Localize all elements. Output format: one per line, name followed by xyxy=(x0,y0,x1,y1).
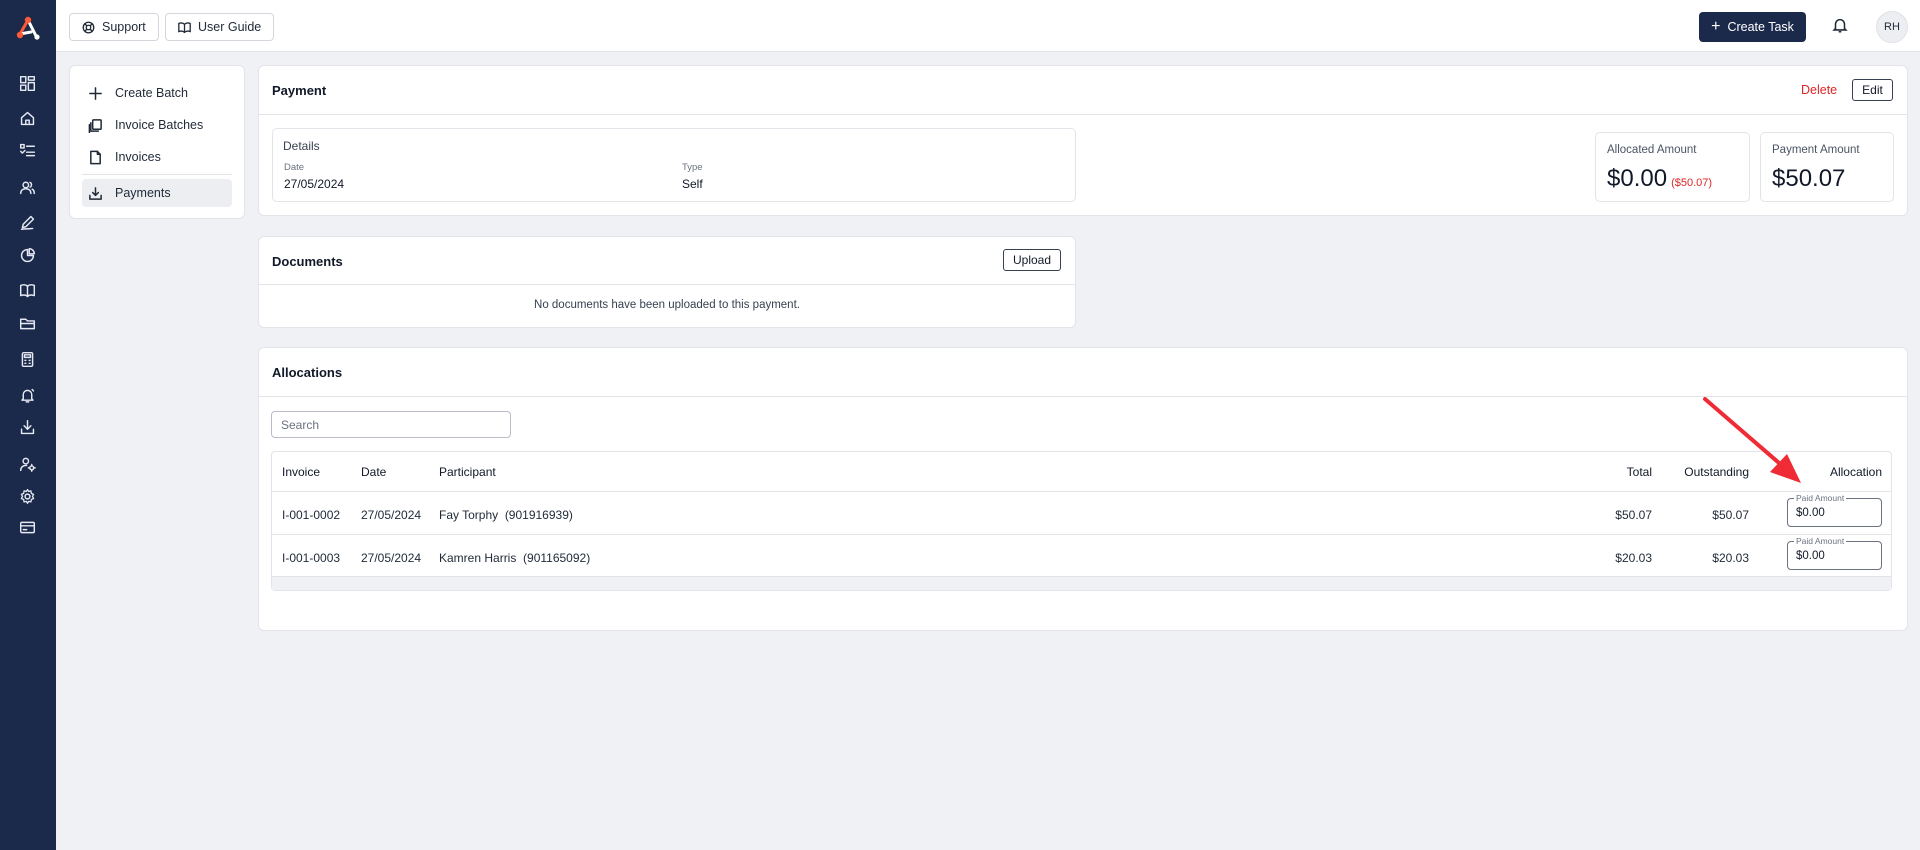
copy-icon xyxy=(88,118,102,133)
search-input[interactable] xyxy=(271,411,511,438)
gear-icon[interactable] xyxy=(17,486,37,506)
bell-alert-icon[interactable] xyxy=(17,385,37,405)
app-logo[interactable] xyxy=(12,14,44,42)
payment-amount-box: Payment Amount $50.07 xyxy=(1760,132,1894,202)
payment-amount-value: $50.07 xyxy=(1772,165,1846,192)
file-icon xyxy=(90,150,101,164)
folder-icon[interactable] xyxy=(17,313,37,333)
annotation-arrow-icon xyxy=(1703,397,1801,483)
subnav-item-label: Create Batch xyxy=(115,86,188,100)
allocated-amount-box: Allocated Amount $0.00 ($50.07) xyxy=(1595,132,1750,202)
create-task-button[interactable]: + Create Task xyxy=(1699,12,1806,42)
edit-button[interactable]: Edit xyxy=(1852,79,1893,101)
documents-empty-message: No documents have been uploaded to this … xyxy=(534,299,800,311)
allocated-outstanding: ($50.07) xyxy=(1671,177,1713,189)
divider xyxy=(259,396,1907,397)
paid-amount-field[interactable]: Paid Amount xyxy=(1787,536,1882,570)
column-header-invoice[interactable]: Invoice xyxy=(282,465,320,479)
pen-icon[interactable] xyxy=(17,212,37,232)
invoice-cell[interactable]: I-001-0002 xyxy=(282,508,340,522)
support-label: Support xyxy=(102,20,146,34)
paid-amount-input[interactable] xyxy=(1796,550,1876,562)
allocations-table: Invoice Date Participant Total Outstandi… xyxy=(271,451,1892,591)
avatar[interactable]: RH xyxy=(1876,11,1908,43)
app-rail xyxy=(0,0,56,850)
outstanding-cell: $20.03 xyxy=(1712,551,1749,565)
details-title: Details xyxy=(283,139,320,153)
book-open-icon xyxy=(178,21,191,33)
payment-amount-label: Payment Amount xyxy=(1772,144,1860,156)
pie-chart-icon[interactable] xyxy=(17,245,37,265)
calculator-icon[interactable] xyxy=(17,349,37,369)
paid-amount-label: Paid Amount xyxy=(1794,536,1847,546)
participant-id: (901165092) xyxy=(523,551,591,565)
divider xyxy=(259,114,1907,115)
participant-cell[interactable]: Fay Torphy (901916939) xyxy=(439,508,573,522)
download-icon xyxy=(89,186,102,200)
book-icon[interactable] xyxy=(17,280,37,300)
subnav-item-invoices[interactable]: Invoices xyxy=(82,143,232,171)
download-icon[interactable] xyxy=(17,417,37,437)
payment-title: Payment xyxy=(272,83,327,98)
user-guide-button[interactable]: User Guide xyxy=(165,13,275,41)
divider xyxy=(272,534,1891,535)
plus-icon: + xyxy=(1711,18,1721,35)
allocated-amount-value: $0.00 ($50.07) xyxy=(1607,165,1712,193)
subnav-item-label: Invoice Batches xyxy=(115,118,204,132)
user-settings-icon[interactable] xyxy=(17,454,37,474)
participant-id: (901916939) xyxy=(504,508,573,522)
divider xyxy=(259,284,1075,285)
date-value: 27/05/2024 xyxy=(284,177,345,191)
allocated-amount-label: Allocated Amount xyxy=(1607,144,1697,156)
divider xyxy=(272,491,1891,492)
paid-amount-label: Paid Amount xyxy=(1794,493,1847,503)
column-header-date[interactable]: Date xyxy=(361,465,386,479)
details-box: Details Date 27/05/2024 Type Self xyxy=(272,128,1076,202)
dashboard-icon[interactable] xyxy=(17,73,37,93)
outstanding-cell: $50.07 xyxy=(1712,508,1749,522)
paid-amount-field[interactable]: Paid Amount xyxy=(1787,493,1882,527)
users-icon[interactable] xyxy=(17,177,37,197)
type-label: Type xyxy=(682,162,703,173)
column-header-participant[interactable]: Participant xyxy=(439,465,496,479)
paid-amount-input[interactable] xyxy=(1796,507,1876,519)
upload-button[interactable]: Upload xyxy=(1003,249,1061,271)
invoice-cell[interactable]: I-001-0003 xyxy=(282,551,340,565)
plus-icon xyxy=(89,86,102,100)
list-icon[interactable] xyxy=(17,140,37,160)
documents-card: Documents No documents have been uploade… xyxy=(258,236,1076,328)
notifications-bell-icon[interactable] xyxy=(1831,16,1851,36)
subnav-item-payments[interactable]: Payments xyxy=(82,179,232,207)
credit-card-icon[interactable] xyxy=(17,517,37,537)
create-task-label: Create Task xyxy=(1727,20,1794,34)
user-guide-label: User Guide xyxy=(198,20,262,34)
subnav-item-label: Payments xyxy=(115,186,171,200)
subnav-divider xyxy=(82,174,232,175)
subnav-item-label: Invoices xyxy=(115,150,161,164)
total-cell: $20.03 xyxy=(1615,551,1652,565)
date-label: Date xyxy=(284,162,305,173)
date-cell: 27/05/2024 xyxy=(361,551,422,565)
top-bar: Support User Guide xyxy=(56,0,1920,52)
total-cell: $50.07 xyxy=(1615,508,1652,522)
support-button[interactable]: Support xyxy=(69,13,159,41)
date-cell: 27/05/2024 xyxy=(361,508,422,522)
documents-title: Documents xyxy=(272,254,343,269)
allocated-amount: $0.00 xyxy=(1607,165,1668,192)
payments-subnav: Create Batch Invoice Batches Invoices Pa… xyxy=(69,65,245,219)
subnav-item-create-batch[interactable]: Create Batch xyxy=(82,79,232,107)
participant-cell[interactable]: Kamren Harris (901165092) xyxy=(439,551,590,565)
participant-name: Kamren Harris xyxy=(439,551,517,565)
lifebuoy-icon xyxy=(82,21,95,33)
participant-name: Fay Torphy xyxy=(439,508,499,522)
type-value: Self xyxy=(682,177,703,191)
allocations-title: Allocations xyxy=(272,365,343,380)
column-header-total[interactable]: Total xyxy=(1572,465,1652,479)
subnav-item-invoice-batches[interactable]: Invoice Batches xyxy=(82,111,232,139)
delete-button[interactable]: Delete xyxy=(1801,83,1837,97)
payment-card: Payment Details Date 27/05/2024 Type Sel… xyxy=(258,65,1908,216)
horizontal-scrollbar[interactable] xyxy=(272,576,1891,590)
home-icon[interactable] xyxy=(17,108,37,128)
